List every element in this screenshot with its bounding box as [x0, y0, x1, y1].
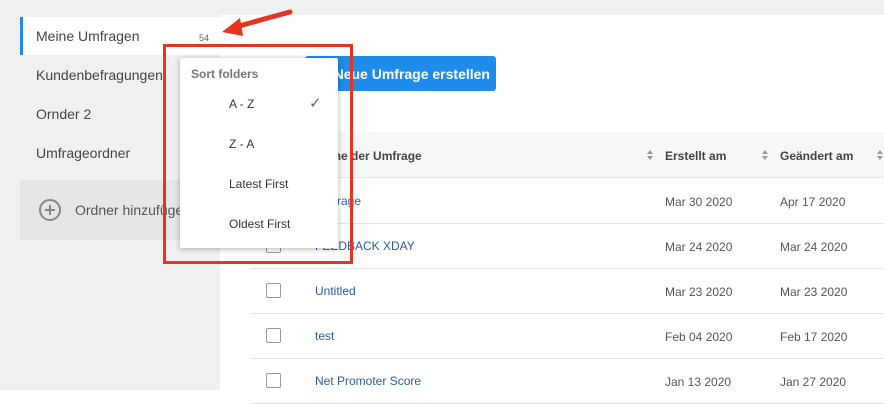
annotation-arrow-icon — [222, 9, 293, 36]
